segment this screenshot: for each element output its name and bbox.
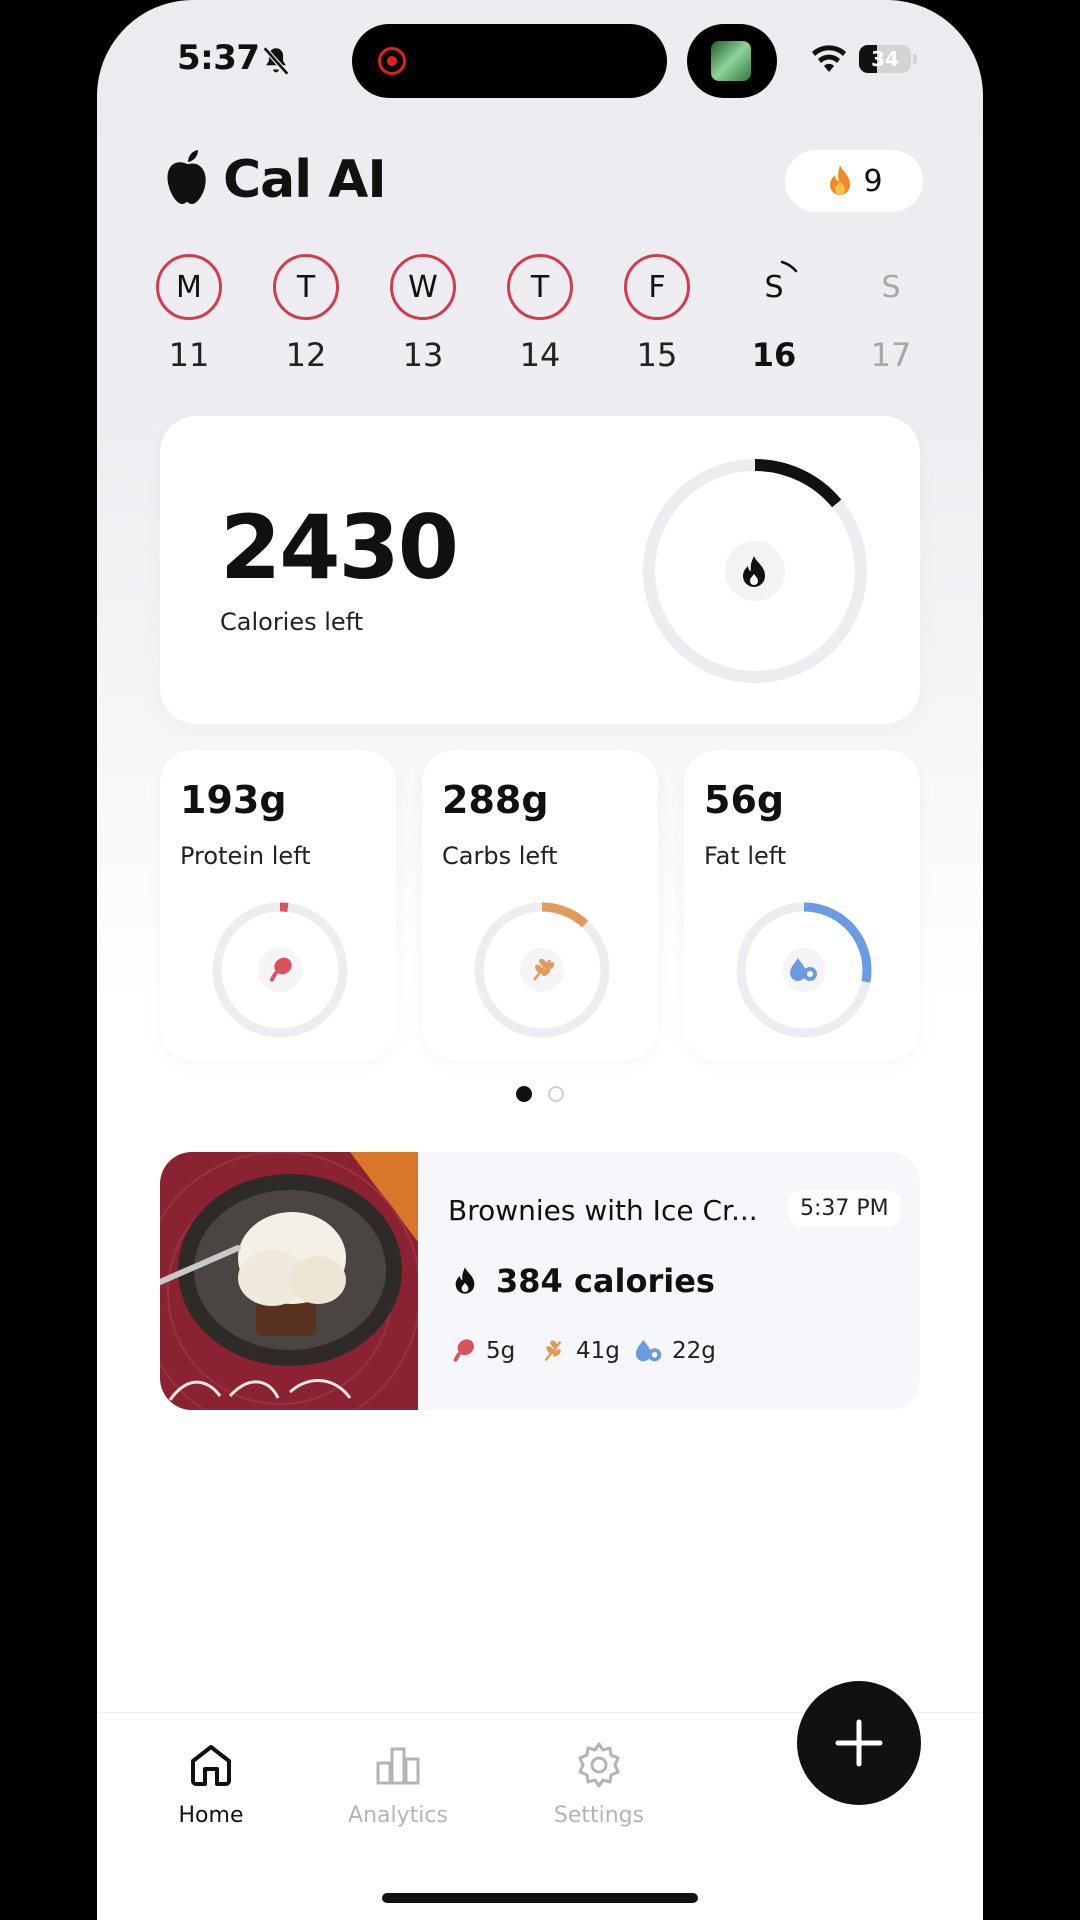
tab-settings[interactable]: Settings [529, 1739, 669, 1828]
phone-screen: 5:37 34 Cal AI 9 M 11 T 12 W 13 T 14 F 1… [97, 0, 983, 1920]
fat-value: 56g [704, 778, 785, 822]
tab-analytics[interactable]: Analytics [328, 1739, 468, 1828]
app-title: Cal AI [223, 150, 387, 210]
drumstick-icon [453, 1339, 474, 1362]
drumstick-icon [270, 957, 292, 982]
page-indicator[interactable] [97, 1086, 983, 1102]
food-fat: 22g [634, 1336, 716, 1366]
flame-icon [830, 165, 851, 195]
calories-card[interactable]: 2430 Calories left [160, 416, 920, 724]
today-progress-arc [780, 260, 798, 273]
food-fat-value: 22g [672, 1338, 716, 1364]
day-sat-today[interactable]: S 16 [740, 254, 808, 374]
fat-card[interactable]: 56g Fat left [684, 750, 920, 1060]
battery-indicator: 34 [859, 45, 911, 73]
carbs-card[interactable]: 288g Carbs left [422, 750, 658, 1060]
day-letter: T [273, 254, 339, 320]
protein-label: Protein left [180, 842, 311, 870]
plus-icon [835, 1719, 883, 1767]
activity-thumbnail [711, 41, 751, 81]
day-thu[interactable]: T 14 [506, 254, 574, 374]
day-letter: F [624, 254, 690, 320]
day-date: 13 [402, 336, 444, 374]
day-tue[interactable]: T 12 [272, 254, 340, 374]
day-date: 16 [751, 336, 797, 374]
day-date: 11 [168, 336, 210, 374]
flame-icon [743, 556, 765, 587]
day-sun[interactable]: S 17 [857, 254, 925, 375]
dynamic-island [352, 24, 667, 98]
day-date: 14 [519, 336, 561, 374]
protein-value: 193g [180, 778, 287, 822]
day-letter: M [156, 254, 222, 320]
food-protein-value: 5g [486, 1338, 516, 1364]
wheat-icon [544, 1340, 562, 1362]
flame-icon [455, 1267, 475, 1294]
day-fri[interactable]: F 15 [623, 254, 691, 374]
gear-icon [578, 1742, 620, 1788]
tab-settings-label: Settings [553, 1803, 645, 1828]
streak-badge[interactable]: 9 [785, 150, 923, 212]
wifi-icon [812, 45, 846, 72]
day-date: 15 [636, 336, 678, 374]
day-date: 17 [870, 336, 912, 374]
tab-home[interactable]: Home [141, 1739, 281, 1828]
bell-slash-icon [262, 46, 290, 76]
oil-drop-icon [790, 958, 817, 981]
home-icon [191, 1745, 231, 1786]
food-carbs: 41g [538, 1336, 620, 1366]
tab-home-label: Home [178, 1803, 244, 1828]
carbs-label: Carbs left [442, 842, 558, 870]
day-letter: W [390, 254, 456, 320]
page-dot-active[interactable] [516, 1086, 532, 1102]
day-mon[interactable]: M 11 [155, 254, 223, 374]
calories-left-value: 2430 [220, 496, 459, 599]
protein-card[interactable]: 193g Protein left [160, 750, 396, 1060]
tab-analytics-label: Analytics [348, 1803, 448, 1828]
page-dot[interactable] [548, 1086, 564, 1102]
bar-chart-icon [376, 1747, 420, 1785]
day-letter: S [881, 269, 901, 305]
carbs-value: 288g [442, 778, 549, 822]
food-photo [160, 1152, 418, 1410]
streak-count: 9 [863, 163, 883, 199]
recording-indicator-icon [378, 47, 406, 75]
food-log-item[interactable]: Brownies with Ice Cr... 5:37 PM 384 calo… [160, 1152, 920, 1410]
fat-label: Fat left [704, 842, 787, 870]
day-letter: S [741, 254, 807, 320]
live-activity [687, 24, 777, 98]
day-date: 12 [285, 336, 327, 374]
food-protein: 5g [448, 1336, 515, 1366]
apple-logo-icon [167, 150, 206, 204]
wheat-icon [533, 958, 555, 981]
food-carbs-value: 41g [576, 1338, 620, 1364]
day-letter: T [507, 254, 573, 320]
oil-drop-icon [635, 1339, 662, 1362]
day-wed[interactable]: W 13 [389, 254, 457, 374]
calories-left-label: Calories left [220, 608, 364, 636]
battery-level: 34 [871, 47, 899, 71]
food-calories: 384 calories [496, 1262, 715, 1300]
food-time: 5:37 PM [788, 1190, 901, 1227]
food-name: Brownies with Ice Cr... [448, 1194, 758, 1227]
home-indicator [382, 1893, 698, 1903]
status-time: 5:37 [177, 38, 260, 78]
add-food-button[interactable] [797, 1681, 921, 1805]
